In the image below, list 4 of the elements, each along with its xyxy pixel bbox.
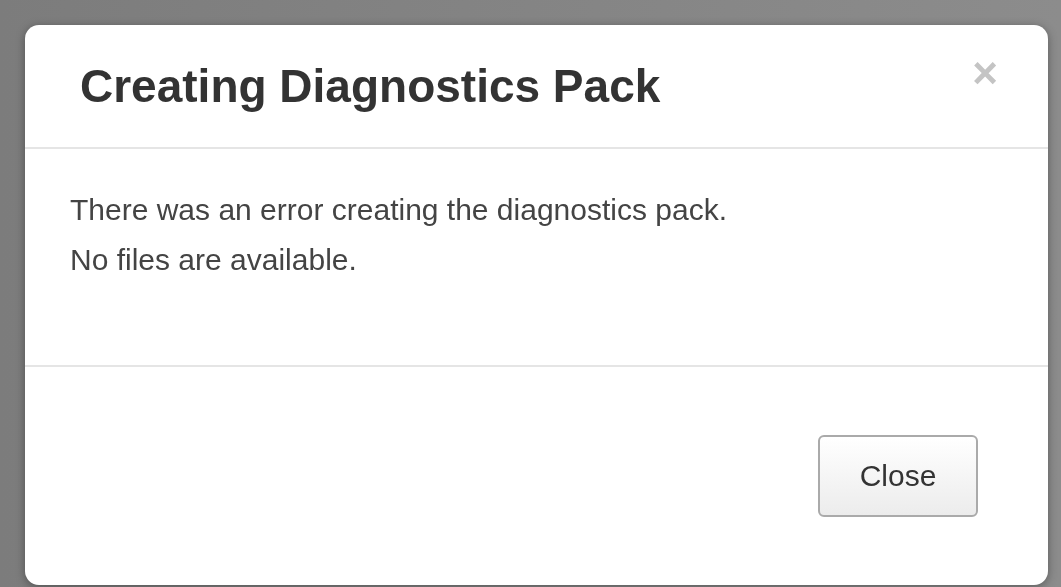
close-button[interactable]: Close: [818, 435, 978, 517]
dialog-title: Creating Diagnostics Pack: [80, 61, 661, 112]
message-text: There was an error creating the diagnostics pack.: [70, 192, 728, 228]
message-text: No files are available.: [70, 242, 358, 278]
